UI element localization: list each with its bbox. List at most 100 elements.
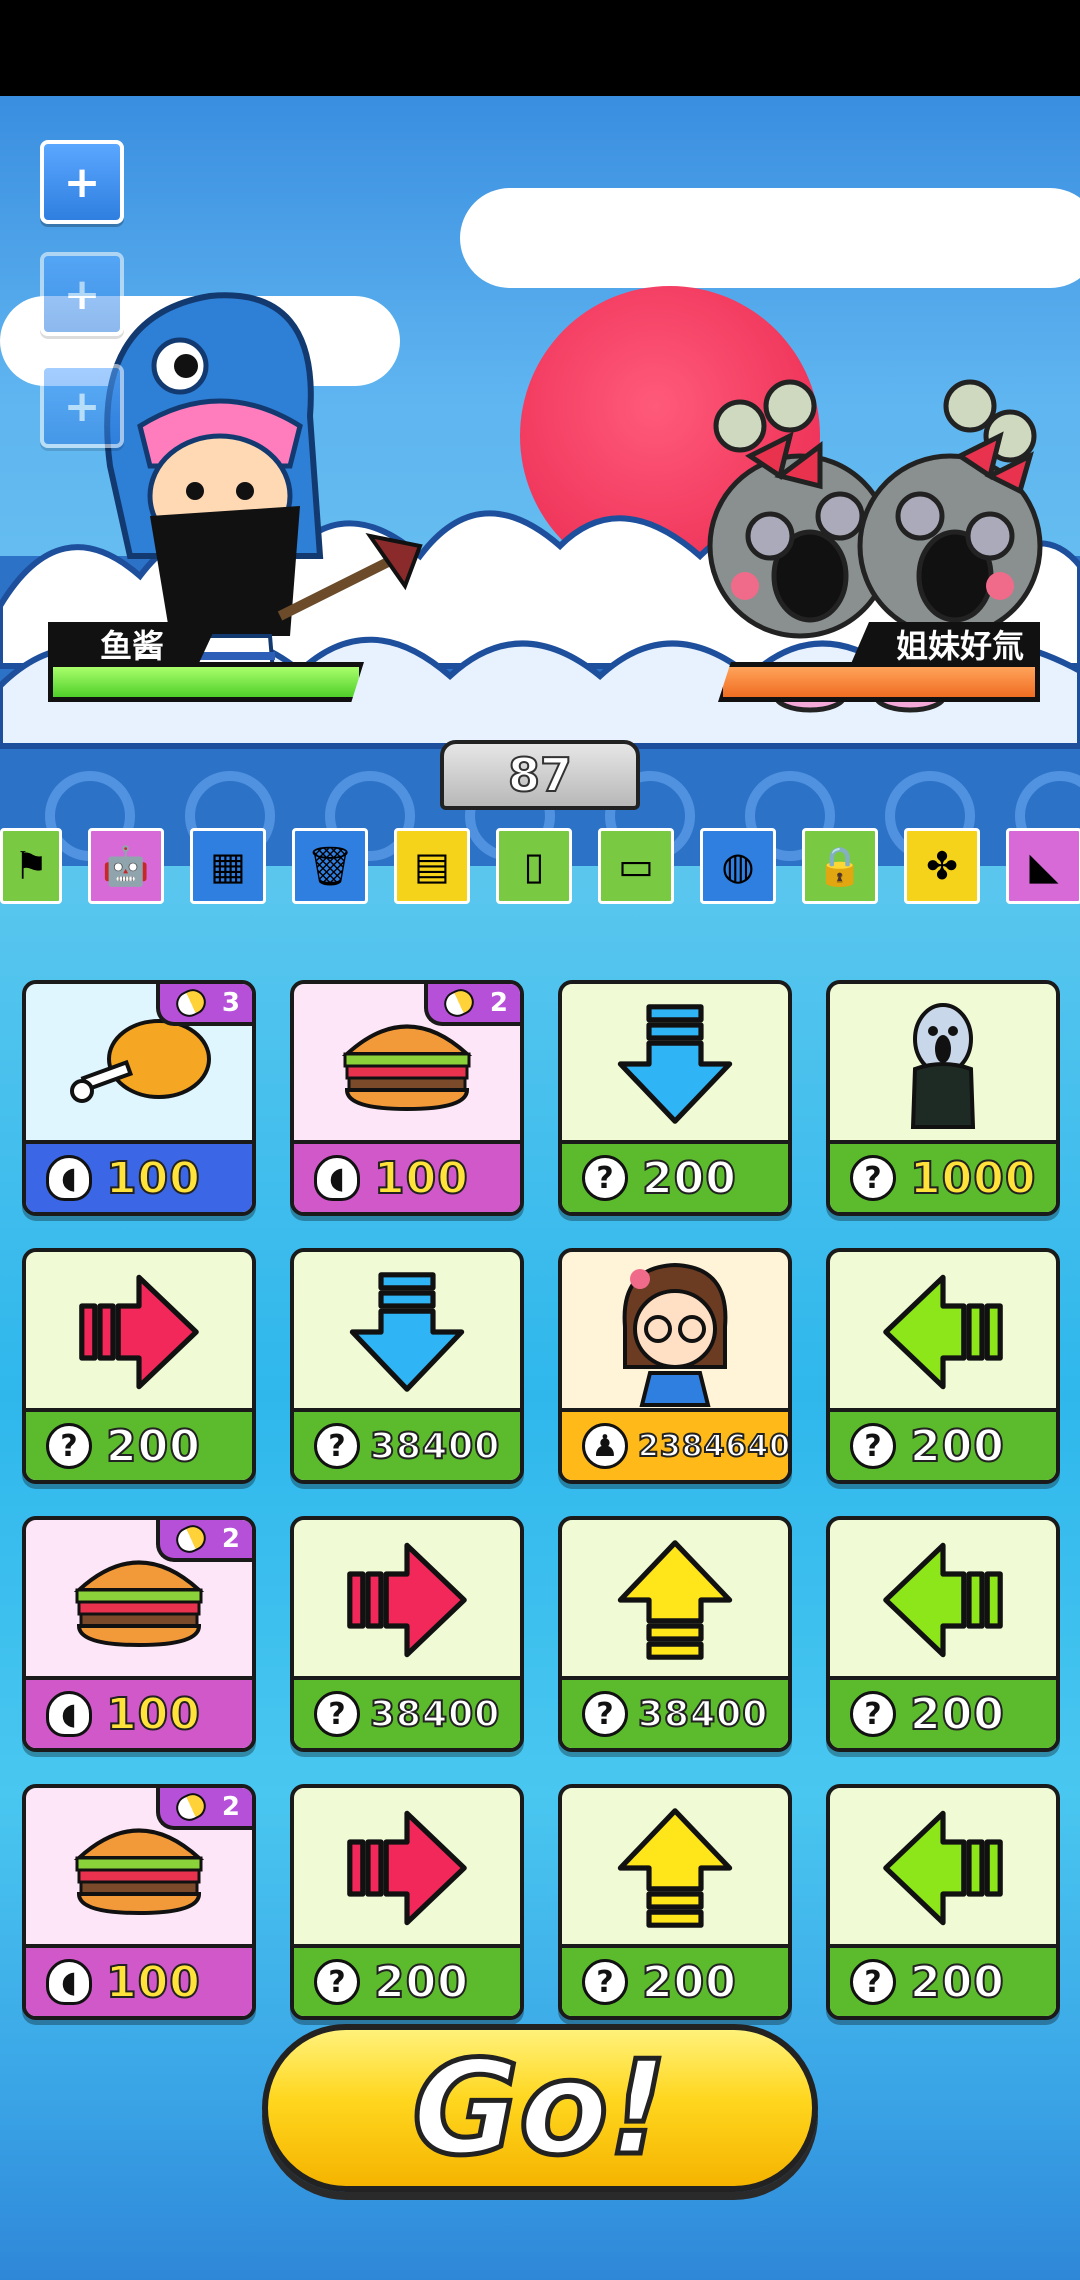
card-cost: 38400	[369, 1693, 501, 1736]
game-screen: + + + 鱼酱 姐妹好氚 87 ⚑ 🤖 ▦ 🗑 ▤ ▯ ▭ ◍ 🔒 ✤ ◣ 3 ◖ 100 2 ◖ 100 …	[0, 96, 1080, 2280]
scroll-icon: ▦	[190, 828, 266, 904]
question-icon: ?	[314, 1691, 360, 1737]
person-icon: ♟	[582, 1423, 628, 1469]
card-cost: 100	[105, 1152, 201, 1205]
cash-stack-icon: ▤	[394, 828, 470, 904]
question-icon: ?	[850, 1691, 896, 1737]
add-slot-button[interactable]: +	[40, 140, 124, 224]
stack-count: 2	[221, 1524, 240, 1554]
girl-portrait-icon	[562, 1252, 788, 1412]
player-name: 鱼酱	[48, 622, 218, 666]
shop-card[interactable]: ? 200	[558, 1784, 792, 2020]
question-icon: ?	[850, 1155, 896, 1201]
pill-icon	[439, 984, 479, 1022]
card-cost: 200	[909, 1688, 1005, 1741]
shop-card[interactable]: ? 200	[22, 1248, 256, 1484]
scream-figure-icon	[830, 984, 1056, 1144]
robot-icon: 🤖	[88, 828, 164, 904]
stack-count: 3	[221, 988, 240, 1018]
card-cost: 100	[105, 1688, 201, 1741]
shop-grid: 3 ◖ 100 2 ◖ 100 ? 200? 1000 ? 200 ? 38400 ♟ 2384640…	[22, 980, 1062, 2020]
enemy-hp-bar	[718, 662, 1040, 702]
card-price-bar: ? 200	[562, 1140, 788, 1212]
add-slot-button[interactable]: +	[40, 364, 124, 448]
enemy-name: 姐妹好氚	[850, 622, 1040, 666]
player-hp-bar	[48, 662, 364, 702]
card-price-bar: ? 200	[830, 1408, 1056, 1480]
shop-card[interactable]: ? 1000	[826, 980, 1060, 1216]
stack-count-badge: 3	[156, 984, 252, 1026]
stack-count-badge: 2	[424, 984, 520, 1026]
arrow-right-red-icon	[294, 1520, 520, 1680]
bread-icon: ◖	[46, 1155, 92, 1201]
card-price-bar: ◖ 100	[26, 1676, 252, 1748]
cloud	[460, 188, 1080, 288]
arrow-down-blue-icon	[294, 1252, 520, 1412]
card-price-bar: ? 38400	[562, 1676, 788, 1748]
card-price-bar: ◖ 100	[26, 1944, 252, 2016]
question-icon: ?	[314, 1423, 360, 1469]
card-cost: 200	[909, 1956, 1005, 2009]
inventory-strip: ⚑ 🤖 ▦ 🗑 ▤ ▯ ▭ ◍ 🔒 ✤ ◣	[0, 828, 1080, 912]
arrow-right-red-icon	[294, 1788, 520, 1948]
trash-can-icon: 🗑	[292, 828, 368, 904]
card-cost: 200	[105, 1420, 201, 1473]
question-icon: ?	[850, 1423, 896, 1469]
shop-card[interactable]: ? 200	[290, 1784, 524, 2020]
stack-count: 2	[221, 1792, 240, 1822]
arrow-up-yellow-icon	[562, 1788, 788, 1948]
pill-icon	[171, 984, 211, 1022]
card-cost: 200	[641, 1152, 737, 1205]
round-timer: 87	[440, 740, 640, 810]
card-price-bar: ◖ 100	[294, 1140, 520, 1212]
shop-card[interactable]: ? 200	[826, 1248, 1060, 1484]
card-cost: 38400	[369, 1425, 501, 1468]
card-price-bar: ? 200	[562, 1944, 788, 2016]
shop-card[interactable]: 2 ◖ 100	[22, 1784, 256, 2020]
question-icon: ?	[46, 1423, 92, 1469]
card-price-bar: ? 200	[830, 1944, 1056, 2016]
arrow-left-green-icon	[830, 1520, 1056, 1680]
card-cost: 200	[641, 1956, 737, 2009]
shop-card[interactable]: ♟23846400	[558, 1248, 792, 1484]
bird-nest-icon: ◍	[700, 828, 776, 904]
stack-count: 2	[489, 988, 508, 1018]
card-price-bar: ? 200	[830, 1676, 1056, 1748]
card-cost: 38400	[637, 1693, 769, 1736]
clover-icon: ✤	[904, 828, 980, 904]
shop-card[interactable]: 2 ◖ 100	[290, 980, 524, 1216]
shop-card[interactable]: ? 38400	[290, 1516, 524, 1752]
question-icon: ?	[314, 1959, 360, 2005]
go-button[interactable]: Go!	[262, 2024, 818, 2192]
card-price-bar: ♟23846400	[562, 1408, 788, 1480]
card-cost: 23846400	[637, 1428, 792, 1465]
card-price-bar: ? 200	[26, 1408, 252, 1480]
question-icon: ?	[582, 1155, 628, 1201]
bread-icon: ◖	[46, 1959, 92, 2005]
shop-card[interactable]: ? 200	[826, 1784, 1060, 2020]
bread-icon: ◖	[314, 1155, 360, 1201]
card-price-bar: ◖ 100	[26, 1140, 252, 1212]
shop-card[interactable]: 3 ◖ 100	[22, 980, 256, 1216]
arrow-up-yellow-icon	[562, 1520, 788, 1680]
shop-card[interactable]: 2 ◖ 100	[22, 1516, 256, 1752]
arrow-left-green-icon	[830, 1252, 1056, 1412]
question-icon: ?	[582, 1691, 628, 1737]
card-cost: 200	[373, 1956, 469, 2009]
bread-icon: ◖	[46, 1691, 92, 1737]
card-price-bar: ? 200	[294, 1944, 520, 2016]
cheese-icon: ◣	[1006, 828, 1080, 904]
card-cost: 200	[909, 1420, 1005, 1473]
signpost-icon: ⚑	[0, 828, 62, 904]
document-icon: ▯	[496, 828, 572, 904]
shop-card[interactable]: ? 200	[826, 1516, 1060, 1752]
card-cost: 1000	[909, 1152, 1037, 1205]
status-bar	[0, 0, 1080, 96]
pill-icon	[171, 1520, 211, 1558]
add-slot-button[interactable]: +	[40, 252, 124, 336]
shop-card[interactable]: ? 200	[558, 980, 792, 1216]
shop-card[interactable]: ? 38400	[558, 1516, 792, 1752]
shop-card[interactable]: ? 38400	[290, 1248, 524, 1484]
arrow-down-blue-icon	[562, 984, 788, 1144]
battle-scene	[0, 96, 1080, 866]
